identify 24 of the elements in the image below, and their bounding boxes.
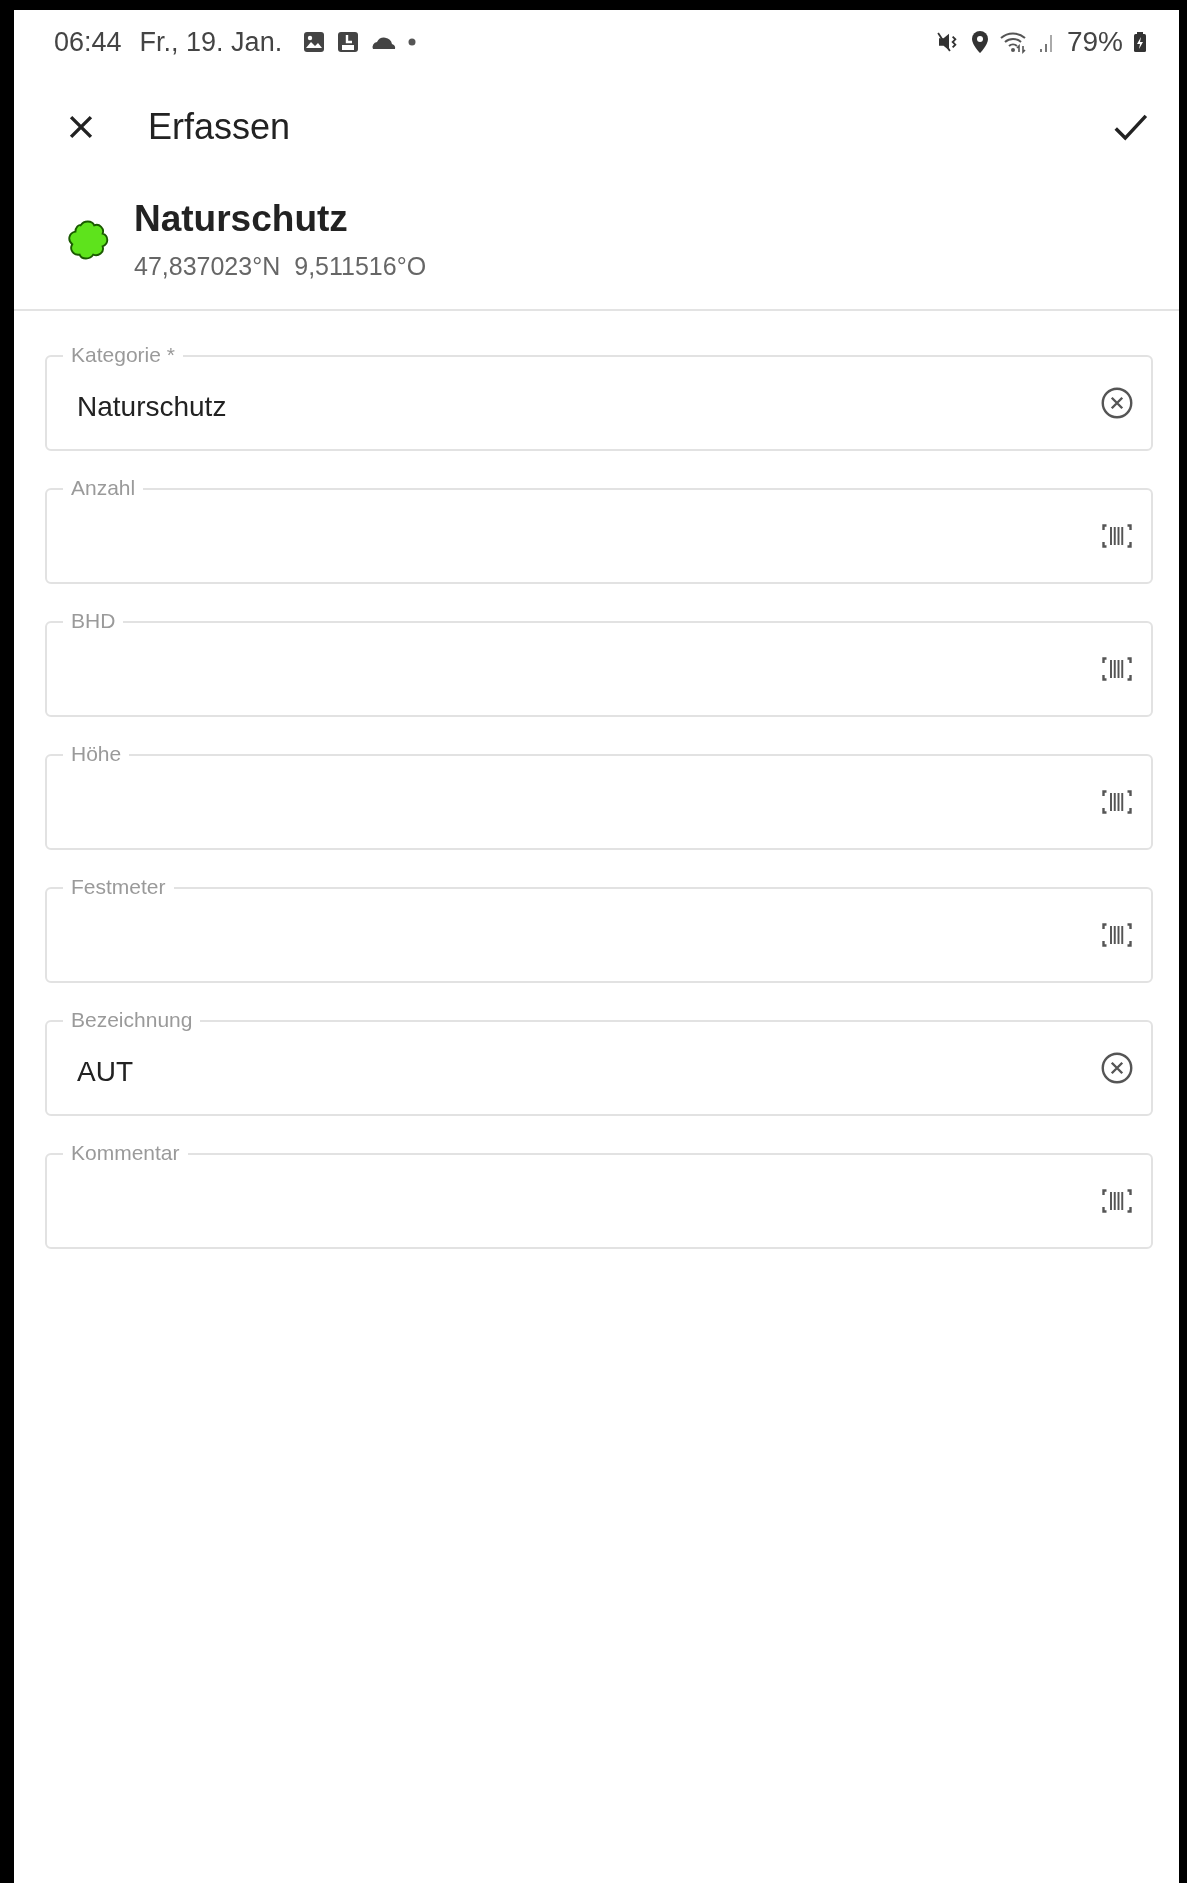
text-field[interactable]: Anzahl [45, 474, 1153, 584]
image-icon [302, 30, 327, 54]
screen-title: Erfassen [148, 106, 291, 148]
field-value: Naturschutz [77, 391, 227, 423]
category-title: Naturschutz [134, 198, 349, 240]
dot-icon [408, 38, 417, 46]
document-icon [336, 30, 361, 54]
text-field[interactable]: Festmeter [45, 873, 1153, 983]
location-icon [970, 30, 989, 54]
clear-icon[interactable] [1099, 1050, 1135, 1086]
coordinate: 9,511516°O [294, 252, 427, 281]
battery-percentage: 79% [1066, 26, 1123, 58]
clear-icon[interactable] [1099, 385, 1135, 421]
text-field[interactable]: BHD [45, 607, 1153, 717]
battery-icon [1133, 31, 1147, 53]
text-field[interactable]: Bezeichnung AUT [45, 1006, 1153, 1116]
wifi-icon [998, 30, 1029, 54]
text-field[interactable]: Kategorie * Naturschutz [45, 341, 1153, 451]
field-value: AUT [77, 1056, 133, 1088]
text-field[interactable]: Höhe [45, 740, 1153, 850]
coordinate: 47,837023°N [134, 252, 281, 281]
status-date: Fr., 19. Jan. [139, 26, 283, 58]
status-time: 06:44 [54, 26, 122, 58]
text-field[interactable]: Kommentar [45, 1139, 1153, 1249]
